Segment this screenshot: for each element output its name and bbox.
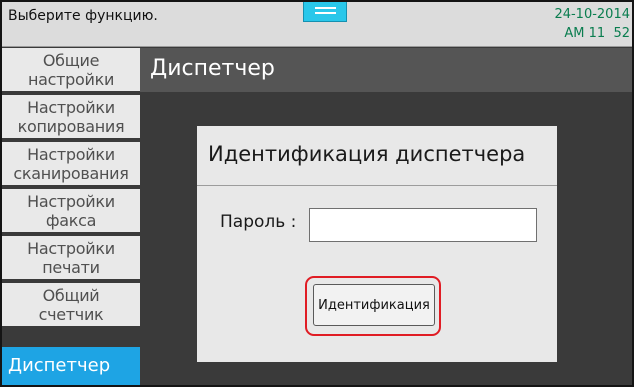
date-display: 24-10-2014 xyxy=(554,7,630,22)
status-bar: Выберите функцию. 24-10-2014 AM 11 52 xyxy=(2,2,632,47)
time-display: AM 11 52 xyxy=(564,26,630,41)
authenticate-button[interactable]: Идентификация xyxy=(313,284,435,326)
password-input[interactable] xyxy=(309,208,537,242)
sidebar-item-administrator[interactable]: Диспетчер xyxy=(2,347,140,385)
sidebar-item-label: Общие xyxy=(42,51,100,70)
admin-auth-dialog: Идентификация диспетчера Пароль : Иденти… xyxy=(197,126,557,362)
sidebar-item-total-counter[interactable]: Общий счетчик xyxy=(2,283,140,328)
sidebar-item-label: настройки xyxy=(27,70,115,89)
sidebar-item-general-settings[interactable]: Общие настройки xyxy=(2,48,140,93)
sidebar-item-copy-settings[interactable]: Настройки копирования xyxy=(2,95,140,140)
dialog-title: Идентификация диспетчера xyxy=(208,142,526,166)
sidebar-item-label: копирования xyxy=(17,117,125,136)
sidebar-item-fax-settings[interactable]: Настройки факса xyxy=(2,189,140,234)
sidebar-menu: Общие настройки Настройки копирования На… xyxy=(2,48,140,385)
handle-line xyxy=(315,12,336,14)
sidebar-item-label: факса xyxy=(45,211,97,230)
sidebar-item-print-settings[interactable]: Настройки печати xyxy=(2,236,140,281)
status-message: Выберите функцию. xyxy=(8,8,158,24)
sidebar-item-label: Настройки xyxy=(27,98,115,117)
sidebar-item-label: сканирования xyxy=(13,164,129,183)
menu-handle-icon[interactable] xyxy=(303,2,347,22)
sidebar-item-label: печати xyxy=(42,258,100,277)
page-title: Диспетчер xyxy=(150,56,275,81)
sidebar-item-label: Диспетчер xyxy=(8,355,111,376)
dialog-header: Идентификация диспетчера xyxy=(197,126,557,186)
handle-line xyxy=(315,7,336,9)
sidebar-item-scan-settings[interactable]: Настройки сканирования xyxy=(2,142,140,187)
sidebar-item-label: Настройки xyxy=(27,239,115,258)
password-label: Пароль : xyxy=(220,212,297,232)
sidebar-item-label: Настройки xyxy=(27,192,115,211)
screen-frame: Выберите функцию. 24-10-2014 AM 11 52 Об… xyxy=(0,0,634,387)
main-header: Диспетчер xyxy=(140,48,632,92)
sidebar-item-label: счетчик xyxy=(38,305,104,324)
sidebar-item-label: Общий xyxy=(42,286,100,305)
sidebar-item-label: Настройки xyxy=(27,145,115,164)
